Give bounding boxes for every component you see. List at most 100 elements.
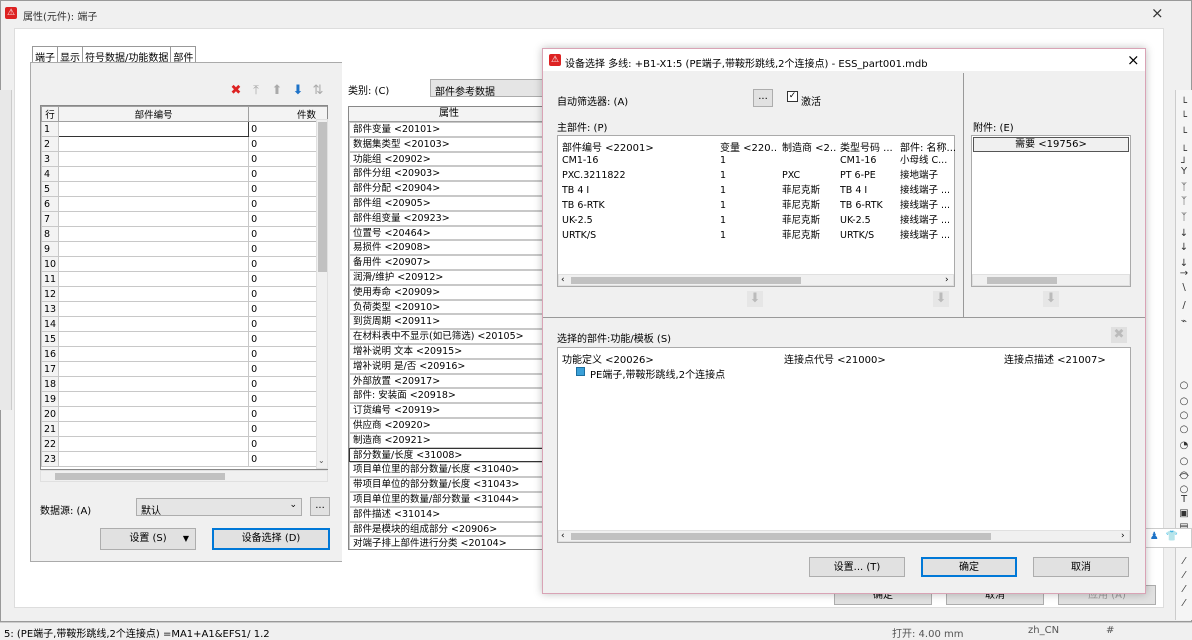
delete-icon[interactable]: ✖: [228, 83, 244, 99]
parts-hscrollbar-thumb[interactable]: [571, 277, 801, 284]
sort-icon[interactable]: ⇅: [310, 83, 326, 99]
property-row[interactable]: 位置号 <20464>: [349, 225, 547, 241]
property-row[interactable]: 部件组变量 <20923>: [349, 210, 547, 226]
partno-cell[interactable]: [58, 181, 250, 197]
toolbar-tool-icon[interactable]: ⌁: [1178, 316, 1190, 328]
property-row[interactable]: 部件是模块的组成部分 <20906>: [349, 521, 547, 537]
table-row[interactable]: 70: [41, 211, 327, 227]
partno-cell[interactable]: [58, 451, 250, 467]
partno-cell[interactable]: [58, 436, 250, 452]
toolbar-tool-icon[interactable]: ⌒: [1178, 474, 1190, 486]
partno-cell[interactable]: [58, 376, 250, 392]
selected-col-connection[interactable]: 连接点代号 <21000>: [784, 351, 886, 366]
table-row[interactable]: 90: [41, 241, 327, 257]
toolbar-tool-icon[interactable]: ○: [1178, 396, 1190, 408]
selected-col-description[interactable]: 连接点描述 <21007>: [1004, 351, 1106, 366]
property-row[interactable]: 增补说明 文本 <20915>: [349, 343, 547, 359]
property-row[interactable]: 订货编号 <20919>: [349, 403, 547, 418]
partno-cell[interactable]: [58, 271, 250, 287]
property-row[interactable]: 部件变量 <20101>: [349, 122, 547, 137]
list-item[interactable]: CM1-16 1 CM1-16 小母线 C...: [562, 153, 952, 168]
accessory-hscrollbar-thumb[interactable]: [987, 277, 1057, 284]
move-down-part-icon[interactable]: ⬇: [747, 291, 763, 307]
partno-cell[interactable]: [58, 361, 250, 377]
parts-col-header[interactable]: 部件: 名称...: [900, 139, 960, 154]
toolbar-tool-icon[interactable]: ᛉ: [1178, 212, 1190, 224]
partno-cell[interactable]: [58, 346, 250, 362]
toolbar-tool-icon[interactable]: └: [1178, 128, 1190, 140]
table-row[interactable]: 15 0: [41, 331, 327, 347]
move-accessory-down-icon[interactable]: ⬇: [1043, 291, 1059, 307]
partno-cell[interactable]: [58, 166, 250, 182]
datasource-browse-button[interactable]: ...: [310, 497, 330, 516]
selected-scroll-right-icon[interactable]: ›: [1121, 531, 1125, 541]
move-all-down-icon[interactable]: ⬇: [933, 291, 949, 307]
table-row[interactable]: 19 0: [41, 391, 327, 407]
partno-cell[interactable]: [58, 256, 250, 272]
property-row[interactable]: 易损件 <20908>: [349, 240, 547, 256]
partno-cell[interactable]: [58, 301, 250, 317]
property-row[interactable]: 项目单位里的部分数量/长度 <31040>: [349, 462, 547, 478]
list-item[interactable]: PXC.3211822 1 PXC PT 6-PE 接地端子: [562, 168, 952, 183]
table-row[interactable]: 20: [41, 136, 327, 152]
toolbar-tool-icon[interactable]: →: [1178, 268, 1190, 280]
table-row[interactable]: 80: [41, 226, 327, 242]
toolbar-tool-icon[interactable]: ᛉ: [1178, 182, 1190, 194]
toolbar-tool-icon[interactable]: T: [1178, 494, 1190, 506]
partno-cell[interactable]: [58, 136, 250, 152]
scroll-down-icon[interactable]: ⌄: [318, 456, 325, 465]
partno-cell[interactable]: [58, 421, 250, 437]
table-row[interactable]: 17 0: [41, 361, 327, 377]
grid-scrollbar[interactable]: ⌄: [316, 119, 328, 469]
activate-checkbox[interactable]: ✓: [787, 91, 798, 102]
toolbar-tool-icon[interactable]: ᛉ: [1178, 196, 1190, 208]
partno-cell[interactable]: [58, 406, 250, 422]
property-row[interactable]: 部分数量/长度 <31008>: [349, 447, 547, 463]
parts-col-header[interactable]: 变量 <220...: [720, 139, 776, 154]
property-row[interactable]: 部件描述 <31014>: [349, 506, 547, 522]
accessory-hscrollbar[interactable]: [972, 274, 1130, 286]
move-down-icon[interactable]: ⬇: [290, 83, 306, 99]
property-row[interactable]: 在材料表中不显示(如已筛选) <20105>: [349, 329, 547, 344]
selected-col-function[interactable]: 功能定义 <20026>: [562, 351, 654, 366]
toolbar-tool-icon[interactable]: ○: [1178, 424, 1190, 436]
toolbar-tool-icon[interactable]: ↓: [1178, 228, 1190, 240]
toolbar-tool-icon[interactable]: Y: [1178, 166, 1190, 178]
toolbar-tool-icon[interactable]: ↓: [1178, 242, 1190, 254]
property-row[interactable]: 增补说明 是/否 <20916>: [349, 358, 547, 374]
table-row[interactable]: 50: [41, 181, 327, 197]
toolbar-tool-icon[interactable]: ○: [1178, 456, 1190, 468]
list-item[interactable]: UK-2.5 1 菲尼克斯 UK-2.5 接线端子 ...: [562, 213, 952, 228]
list-item[interactable]: TB 4 I 1 菲尼克斯 TB 4 I 接线端子 ...: [562, 183, 952, 198]
datasource-select[interactable]: 默认 ⌄: [136, 498, 302, 517]
property-row[interactable]: 部件组 <20905>: [349, 195, 547, 211]
toolbar-tool-icon[interactable]: ○: [1178, 380, 1190, 392]
list-item[interactable]: TB 6-RTK 1 菲尼克斯 TB 6-RTK 接线端子 ...: [562, 198, 952, 213]
dialog-close-icon[interactable]: ×: [1127, 51, 1140, 69]
table-row[interactable]: 60: [41, 196, 327, 212]
partno-cell[interactable]: [58, 331, 250, 347]
dialog-settings-button[interactable]: 设置... (T): [809, 557, 905, 577]
table-row[interactable]: 23 0: [41, 451, 327, 467]
toolbar-tool-icon[interactable]: ⁄: [1178, 570, 1190, 582]
partno-cell[interactable]: [58, 316, 250, 332]
property-row[interactable]: 备用件 <20907>: [349, 255, 547, 270]
dialog-ok-button[interactable]: 确定: [921, 557, 1017, 577]
table-row[interactable]: 11 0: [41, 271, 327, 287]
property-row[interactable]: 部件分组 <20903>: [349, 166, 547, 182]
table-row[interactable]: 30: [41, 151, 327, 167]
table-row[interactable]: 18 0: [41, 376, 327, 392]
dialog-cancel-button[interactable]: 取消: [1033, 557, 1129, 577]
property-row[interactable]: 对端子排上部件进行分类 <20104>: [349, 536, 547, 549]
property-row[interactable]: 项目单位里的数量/部分数量 <31044>: [349, 491, 547, 507]
property-row[interactable]: 润滑/维护 <20912>: [349, 269, 547, 285]
partno-cell[interactable]: [58, 391, 250, 407]
scroll-right-icon[interactable]: ›: [945, 275, 949, 285]
partno-cell[interactable]: [58, 286, 250, 302]
selected-hscrollbar-thumb[interactable]: [571, 533, 991, 540]
property-row[interactable]: 部件: 安装面 <20918>: [349, 388, 547, 404]
parts-hscrollbar[interactable]: ‹ ›: [558, 274, 954, 286]
partno-cell[interactable]: [58, 121, 250, 137]
toolbar-tool-icon[interactable]: ⁄: [1178, 598, 1190, 610]
partno-cell[interactable]: [58, 226, 250, 242]
